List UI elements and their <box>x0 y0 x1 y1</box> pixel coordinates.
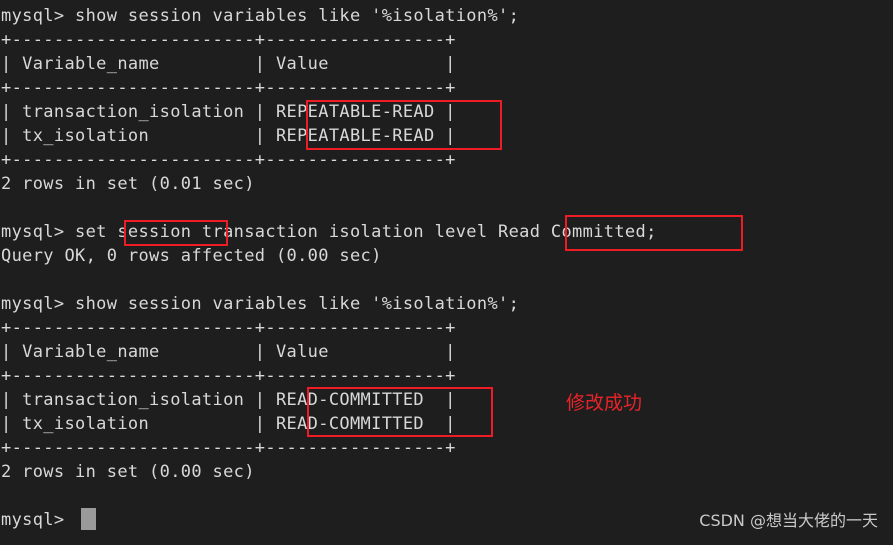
terminal-line: Query OK, 0 rows affected (0.00 sec) <box>1 246 382 266</box>
text-cursor <box>81 508 96 530</box>
csdn-watermark: CSDN @想当大佬的一天 <box>699 511 878 530</box>
terminal-line: | transaction_isolation | REPEATABLE-REA… <box>1 102 456 122</box>
terminal-window[interactable]: mysql> show session variables like '%iso… <box>0 0 893 545</box>
terminal-line: +-----------------------+---------------… <box>1 150 456 170</box>
terminal-line: mysql> show session variables like '%iso… <box>1 294 520 314</box>
terminal-line: +-----------------------+---------------… <box>1 438 456 458</box>
terminal-line: | Variable_name | Value | <box>1 342 456 362</box>
terminal-line: mysql> set session transaction isolation… <box>1 222 657 242</box>
terminal-line: | Variable_name | Value | <box>1 54 456 74</box>
terminal-line: | transaction_isolation | READ-COMMITTED… <box>1 390 456 410</box>
terminal-line: +-----------------------+---------------… <box>1 318 456 338</box>
terminal-line: +-----------------------+---------------… <box>1 78 456 98</box>
terminal-line: +-----------------------+---------------… <box>1 366 456 386</box>
terminal-line: | tx_isolation | REPEATABLE-READ | <box>1 126 456 146</box>
terminal-line: | tx_isolation | READ-COMMITTED | <box>1 414 456 434</box>
terminal-output: mysql> show session variables like '%iso… <box>0 4 893 532</box>
terminal-line: mysql> show session variables like '%iso… <box>1 6 520 26</box>
terminal-line: 2 rows in set (0.00 sec) <box>1 462 255 482</box>
annotation-success-note: 修改成功 <box>566 392 643 414</box>
terminal-line: 2 rows in set (0.01 sec) <box>1 174 255 194</box>
terminal-line: +-----------------------+---------------… <box>1 30 456 50</box>
